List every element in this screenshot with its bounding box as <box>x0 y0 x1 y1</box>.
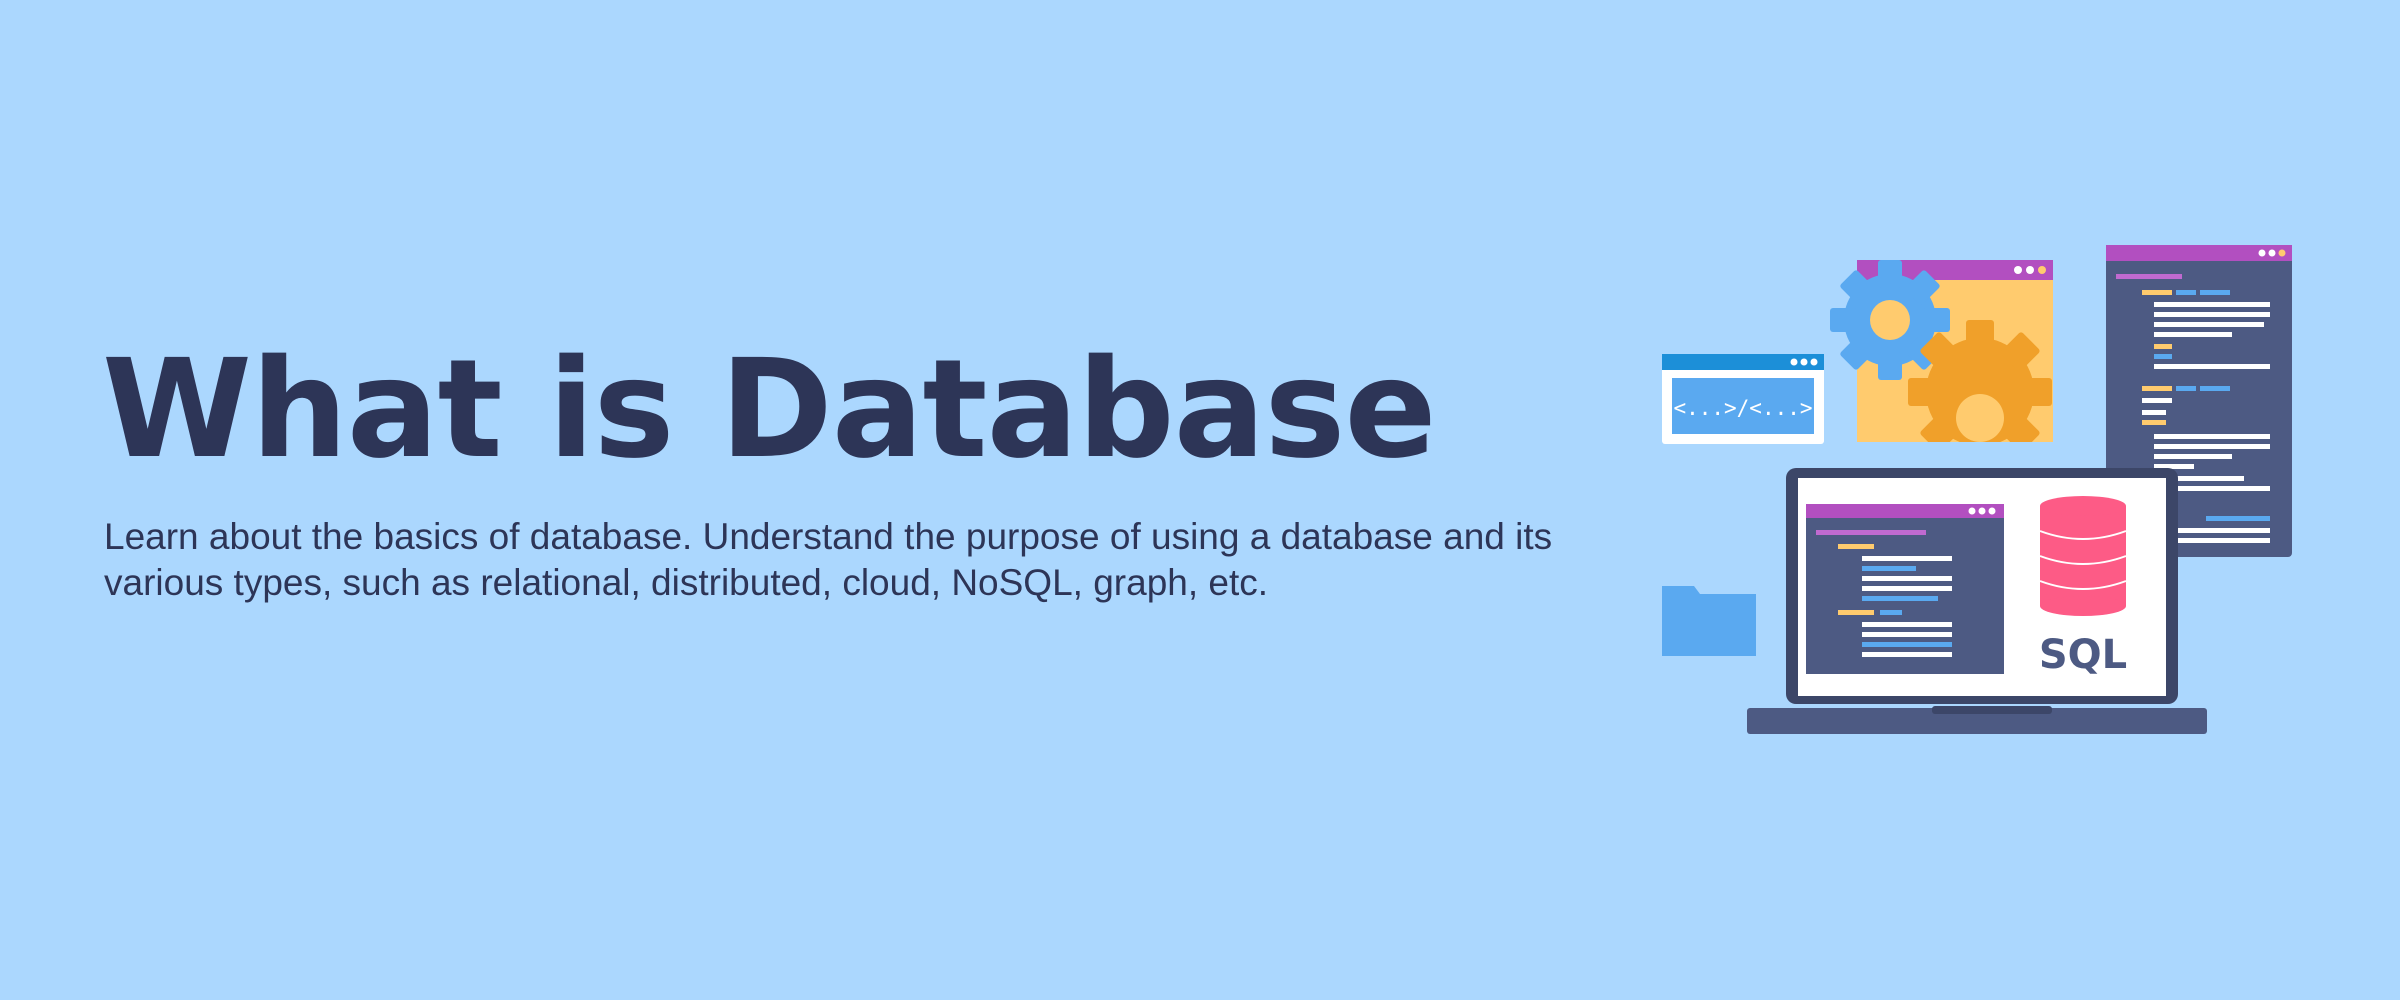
page-title: What is Database <box>102 331 1437 489</box>
database-illustration: <...>/<...> SQL <box>1662 245 2292 734</box>
sql-label: SQL <box>2039 632 2127 678</box>
code-window-icon: <...>/<...> <box>1662 354 1824 444</box>
page-description: Learn about the basics of database. Unde… <box>104 516 1553 603</box>
database-icon <box>2039 496 2127 616</box>
gear-window-icon <box>1830 260 2065 482</box>
folder-icon <box>1662 586 1756 656</box>
code-tag-text: <...>/<...> <box>1673 396 1812 420</box>
laptop-icon <box>1747 468 2207 734</box>
hero-banner: What is Database Learn about the basics … <box>0 0 2400 1000</box>
